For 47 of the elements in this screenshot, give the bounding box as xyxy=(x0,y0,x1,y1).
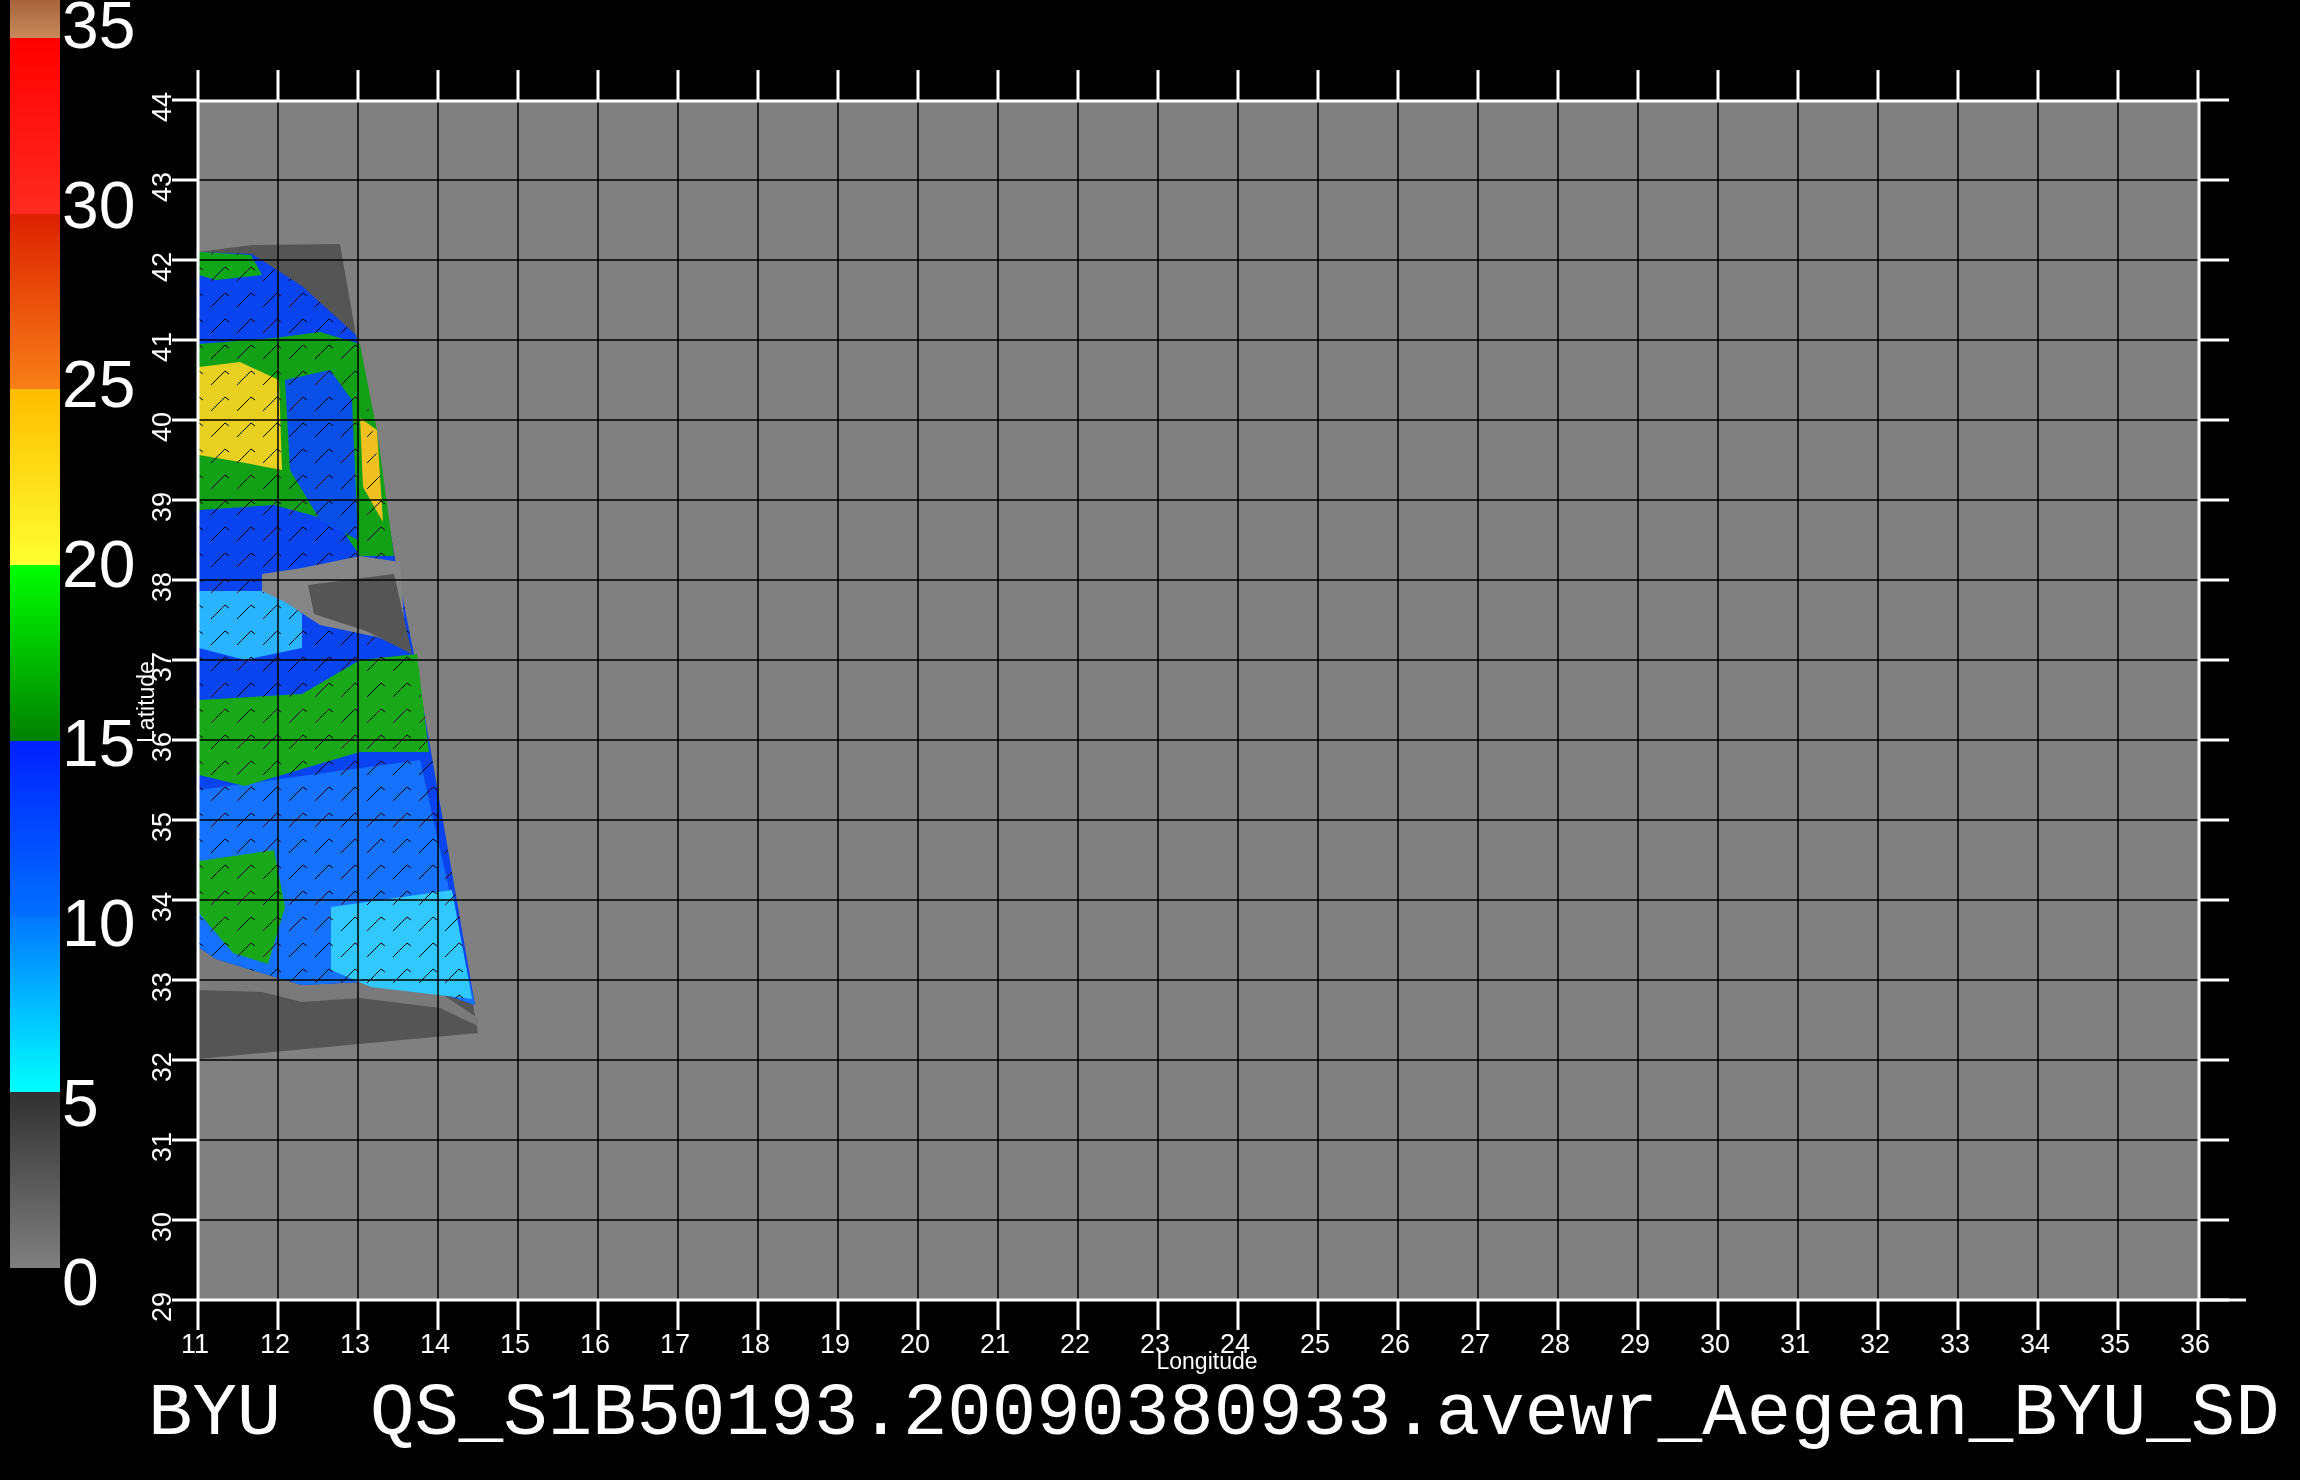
latitude-tick-label: 35 xyxy=(147,812,177,842)
longitude-tick-label: 28 xyxy=(1540,1329,1570,1359)
color-scale-label: 25 xyxy=(62,347,136,422)
longitude-tick-label: 12 xyxy=(260,1329,290,1359)
color-scale-label: 10 xyxy=(62,886,136,960)
longitude-tick-label: 29 xyxy=(1620,1329,1650,1359)
latitude-tick-label: 39 xyxy=(147,492,177,522)
longitude-tick-label: 20 xyxy=(900,1329,930,1359)
longitude-tick-label: 25 xyxy=(1300,1329,1330,1359)
longitude-tick-label: 35 xyxy=(2100,1329,2130,1359)
longitude-tick-label: 18 xyxy=(740,1329,770,1359)
color-scale-label: 30 xyxy=(62,167,136,242)
longitude-tick-label: 26 xyxy=(1380,1329,1410,1359)
longitude-tick-label: 16 xyxy=(580,1329,610,1359)
longitude-tick-label: 36 xyxy=(2180,1329,2210,1359)
longitude-tick-label: 22 xyxy=(1060,1329,1090,1359)
longitude-tick-label: 30 xyxy=(1700,1329,1730,1359)
latitude-tick-label: 31 xyxy=(147,1132,177,1162)
latitude-tick-label: 40 xyxy=(147,412,177,442)
color-scale-label: 35 xyxy=(62,0,136,62)
longitude-tick-label: 32 xyxy=(1860,1329,1890,1359)
latitude-tick-label: 33 xyxy=(147,972,177,1002)
color-scale-label: 20 xyxy=(62,526,136,601)
latitude-tick-label: 38 xyxy=(147,572,177,602)
latitude-tick-label: 32 xyxy=(147,1052,177,1082)
color-scale-label: 5 xyxy=(62,1065,99,1140)
color-scale-label: 15 xyxy=(62,706,136,781)
latitude-tick-label: 44 xyxy=(147,92,177,122)
latitude-tick-label: 29 xyxy=(147,1292,177,1322)
plot-title: BYU QS_S1B50193.20090380933.avewr_Aegean_BYU_SD xyxy=(148,1380,2280,1456)
longitude-tick-label: 13 xyxy=(340,1329,370,1359)
latitude-tick-label: 34 xyxy=(147,892,177,922)
longitude-tick-label: 31 xyxy=(1780,1329,1810,1359)
latitude-tick-label: 30 xyxy=(147,1212,177,1242)
color-scale-label: 0 xyxy=(62,1245,99,1320)
latitude-tick-label: 42 xyxy=(147,252,177,282)
longitude-tick-label: 17 xyxy=(660,1329,690,1359)
longitude-tick-label: 27 xyxy=(1460,1329,1490,1359)
longitude-tick-label: 11 xyxy=(181,1329,209,1359)
latitude-tick-label: 41 xyxy=(147,332,177,362)
longitude-tick-label: 21 xyxy=(980,1329,1010,1359)
longitude-tick-label: 34 xyxy=(2020,1329,2050,1359)
longitude-tick-label: 15 xyxy=(500,1329,530,1359)
latitude-tick-label: 43 xyxy=(147,172,177,202)
longitude-tick-label: 33 xyxy=(1940,1329,1970,1359)
longitude-tick-label: 19 xyxy=(820,1329,850,1359)
longitude-tick-label: 14 xyxy=(420,1329,450,1359)
